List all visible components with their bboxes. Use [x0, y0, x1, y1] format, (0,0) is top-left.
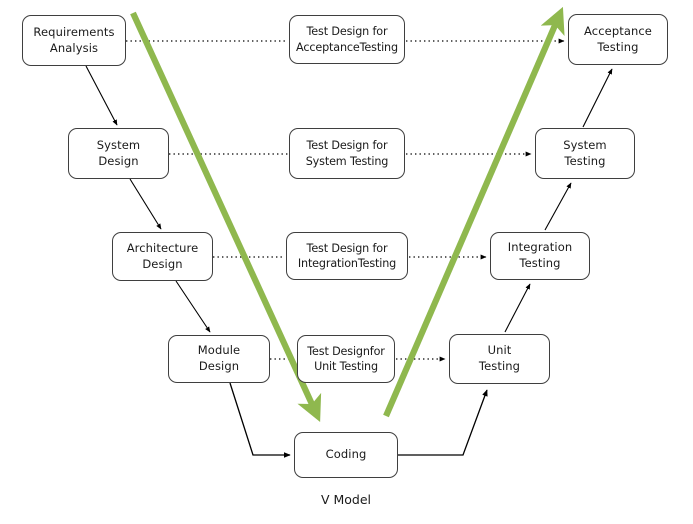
node-test-design-integration[interactable]: Test Design for IntegrationTesting [286, 232, 408, 280]
solid-connector-requirements-to-system-design [85, 65, 118, 126]
node-coding[interactable]: Coding [294, 432, 398, 478]
solid-connector-system-testing-to-acceptance-testing [582, 68, 613, 128]
solid-connector-system-design-to-architecture-design [129, 178, 162, 230]
solid-connector-module-design-to-coding [229, 382, 291, 458]
node-system-design[interactable]: System Design [68, 128, 169, 179]
node-requirements-analysis[interactable]: Requirements Analysis [22, 15, 126, 66]
v-model-diagram-canvas: Requirements Analysis System Design Arch… [0, 0, 693, 524]
node-module-design[interactable]: Module Design [168, 335, 270, 383]
node-label-acceptance-testing: Acceptance Testing [584, 23, 652, 54]
solid-connector-coding-to-unit-testing [398, 389, 488, 456]
node-label-architecture-design: Architecture Design [126, 240, 199, 271]
node-test-design-unit[interactable]: Test Designfor Unit Testing [297, 335, 395, 383]
node-label-test-design-unit: Test Designfor Unit Testing [307, 344, 385, 373]
node-label-system-testing: System Testing [563, 137, 607, 168]
node-label-integration-testing: Integration Testing [507, 240, 573, 270]
node-test-design-acceptance[interactable]: Test Design for AcceptanceTesting [289, 15, 405, 64]
node-unit-testing[interactable]: Unit Testing [449, 334, 550, 384]
node-label-module-design: Module Design [197, 343, 241, 373]
node-acceptance-testing[interactable]: Acceptance Testing [568, 14, 668, 65]
node-label-test-design-integration: Test Design for IntegrationTesting [297, 241, 397, 270]
diagram-caption: V Model [320, 492, 372, 507]
solid-connector-architecture-design-to-module-design [175, 280, 211, 333]
node-label-coding: Coding [325, 447, 367, 462]
solid-connector-unit-testing-to-integration-testing [504, 283, 531, 333]
node-test-design-system[interactable]: Test Design for System Testing [289, 128, 405, 179]
node-architecture-design[interactable]: Architecture Design [112, 232, 213, 281]
node-label-test-design-system: Test Design for System Testing [305, 139, 389, 168]
node-label-requirements-analysis: Requirements Analysis [33, 24, 115, 55]
solid-connector-integration-testing-to-system-testing [544, 182, 572, 231]
node-integration-testing[interactable]: Integration Testing [490, 232, 590, 280]
node-label-system-design: System Design [96, 137, 141, 168]
node-label-unit-testing: Unit Testing [478, 343, 521, 373]
node-system-testing[interactable]: System Testing [535, 128, 635, 179]
node-label-test-design-acceptance: Test Design for AcceptanceTesting [296, 25, 398, 54]
